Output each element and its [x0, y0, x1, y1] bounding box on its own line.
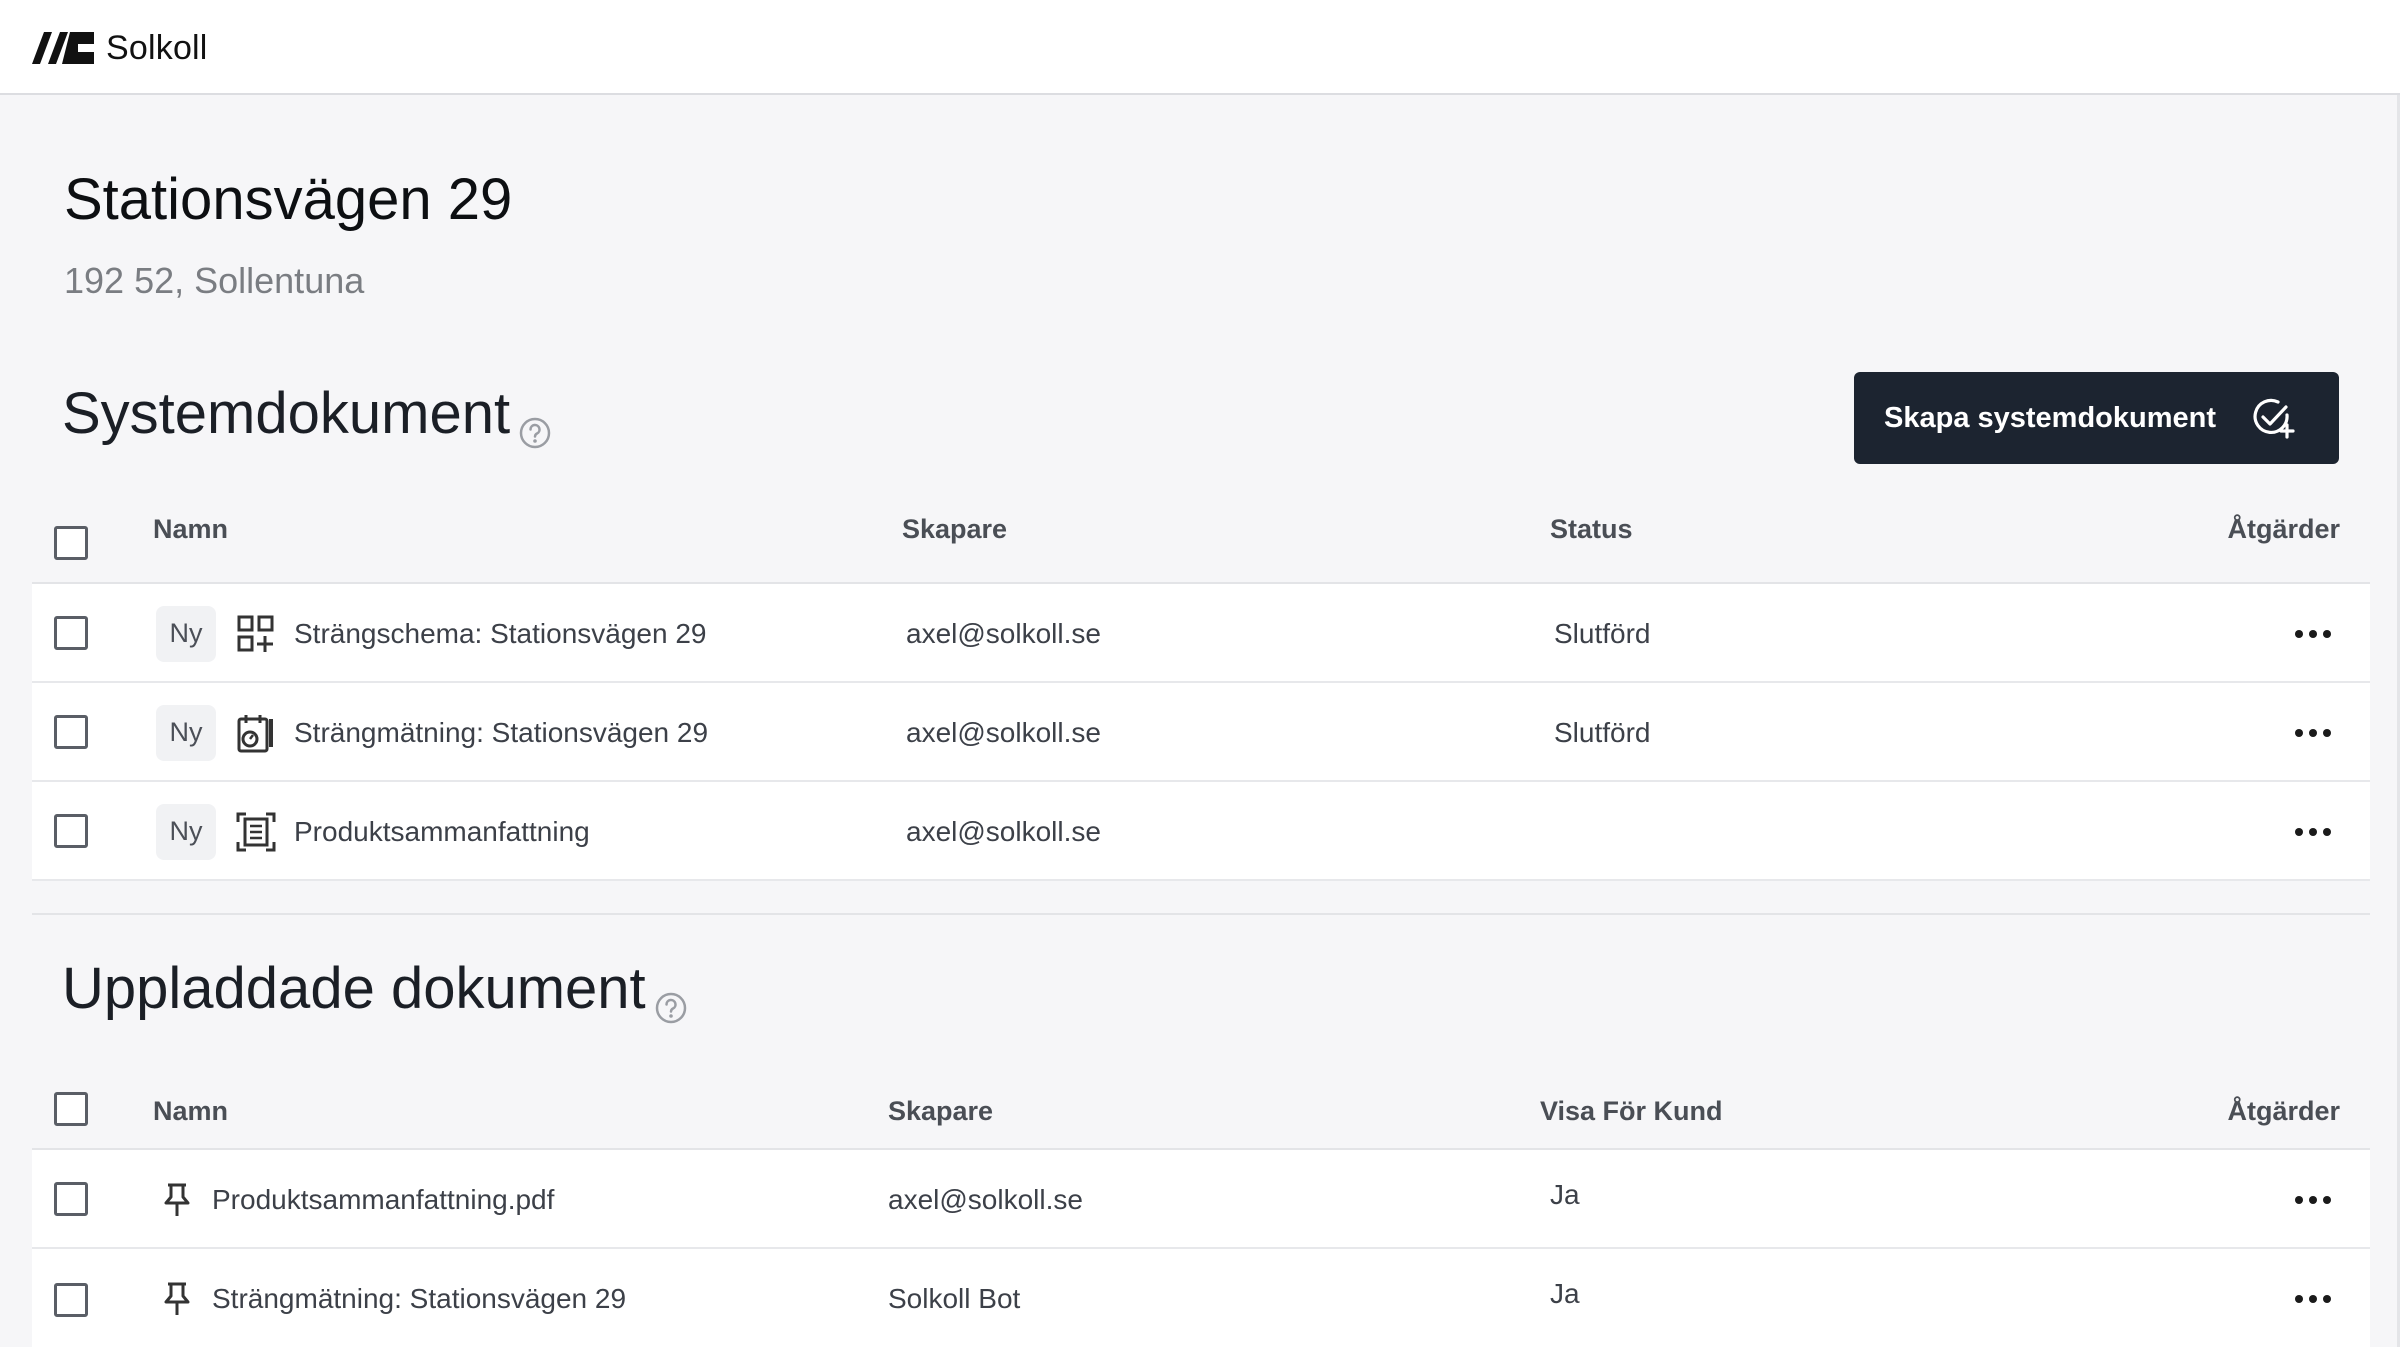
column-visible-for-customer[interactable]: Visa För Kund	[1540, 1096, 1723, 1127]
create-system-document-button[interactable]: Skapa systemdokument	[1854, 372, 2339, 464]
document-name: Strängmätning: Stationsvägen 29	[212, 1282, 627, 1314]
page-title: Stationsvägen 29	[64, 167, 513, 232]
document-name: Produktsammanfattning	[294, 815, 590, 847]
logo[interactable]: Solkoll	[32, 28, 208, 67]
status-cell: Slutförd	[1554, 716, 1651, 748]
page-subtitle: 192 52, Sollentuna	[64, 260, 365, 301]
column-actions: Åtgärder	[2227, 1096, 2340, 1126]
row-checkbox[interactable]	[54, 616, 88, 650]
new-badge: Ny	[156, 605, 216, 662]
uploaded-documents-heading: Uppladdade dokument	[62, 955, 688, 1023]
uploaded-documents-table: Namn Skapare Visa För Kund Åtgärder Prod…	[32, 1038, 2370, 1347]
creator-cell: axel@solkoll.se	[906, 815, 1101, 847]
row-actions-menu[interactable]	[2292, 683, 2334, 782]
new-badge: Ny	[156, 803, 216, 860]
row-actions-menu[interactable]	[2292, 584, 2334, 683]
name-cell[interactable]: Ny Produktsammanfattning	[156, 782, 590, 881]
column-actions: Åtgärder	[2227, 514, 2340, 544]
solkoll-logo-icon	[32, 32, 94, 64]
check-plus-icon	[2253, 398, 2295, 439]
table-row[interactable]: Produktsammanfattning.pdf axel@solkoll.s…	[32, 1150, 2370, 1249]
new-badge: Ny	[156, 704, 216, 761]
table-row[interactable]: Ny Produktsammanfattning axel@solkoll.se	[32, 782, 2370, 881]
creator-cell: axel@solkoll.se	[888, 1183, 1083, 1215]
system-documents-heading: Systemdokument	[62, 380, 552, 448]
creator-cell: axel@solkoll.se	[906, 716, 1101, 748]
create-button-label: Skapa systemdokument	[1884, 401, 2217, 434]
app-name: Solkoll	[106, 28, 208, 67]
help-icon[interactable]	[518, 397, 552, 448]
row-actions-menu[interactable]	[2292, 1249, 2334, 1347]
section-title: Systemdokument	[62, 381, 511, 446]
visible-cell[interactable]: Ja	[1550, 1150, 1580, 1240]
row-checkbox[interactable]	[54, 1283, 88, 1317]
table-header: Namn Skapare Visa För Kund Åtgärder	[32, 1038, 2370, 1150]
column-status[interactable]: Status	[1550, 514, 1633, 545]
row-checkbox[interactable]	[54, 814, 88, 848]
name-cell[interactable]: Produktsammanfattning.pdf	[162, 1150, 554, 1249]
table-header: Namn Skapare Status Åtgärder	[32, 472, 2370, 584]
pin-icon	[164, 1183, 190, 1216]
section-divider	[32, 913, 2370, 915]
select-all-checkbox[interactable]	[54, 526, 88, 560]
creator-cell: Solkoll Bot	[888, 1282, 1021, 1314]
column-creator[interactable]: Skapare	[902, 514, 1007, 545]
table-row[interactable]: Ny Strängmätning: Stationsvägen 29 axel@…	[32, 683, 2370, 782]
row-checkbox[interactable]	[54, 715, 88, 749]
row-checkbox[interactable]	[54, 1182, 88, 1216]
select-all-checkbox[interactable]	[54, 1092, 88, 1126]
column-name[interactable]: Namn	[153, 1096, 228, 1127]
name-cell[interactable]: Ny Strängschema: Stationsvägen 29	[156, 584, 706, 683]
status-cell: Slutförd	[1554, 617, 1651, 649]
column-creator[interactable]: Skapare	[888, 1096, 993, 1127]
document-name: Strängmätning: Stationsvägen 29	[294, 716, 709, 748]
document-scan-icon	[236, 812, 276, 851]
table-row[interactable]: Ny Strängschema: Stationsvägen 29 axel@s…	[32, 584, 2370, 683]
name-cell[interactable]: Ny Strängmätning: Stationsvägen 29	[156, 683, 708, 782]
string-measurement-icon	[237, 714, 273, 752]
visible-cell[interactable]: Ja	[1550, 1249, 1580, 1339]
help-icon[interactable]	[654, 972, 688, 1023]
column-name[interactable]: Namn	[153, 514, 228, 545]
string-schema-icon	[237, 615, 274, 652]
document-name: Strängschema: Stationsvägen 29	[294, 617, 707, 649]
document-name: Produktsammanfattning.pdf	[212, 1183, 555, 1215]
table-row[interactable]: Strängmätning: Stationsvägen 29 Solkoll …	[32, 1249, 2370, 1347]
name-cell[interactable]: Strängmätning: Stationsvägen 29	[162, 1249, 626, 1347]
creator-cell: axel@solkoll.se	[906, 617, 1101, 649]
system-documents-table: Namn Skapare Status Åtgärder Ny Strängsc…	[32, 472, 2370, 881]
section-title: Uppladdade dokument	[62, 956, 646, 1021]
pin-icon	[164, 1282, 190, 1315]
row-actions-menu[interactable]	[2292, 782, 2334, 881]
row-actions-menu[interactable]	[2292, 1150, 2334, 1249]
top-bar: Solkoll	[0, 0, 2400, 95]
